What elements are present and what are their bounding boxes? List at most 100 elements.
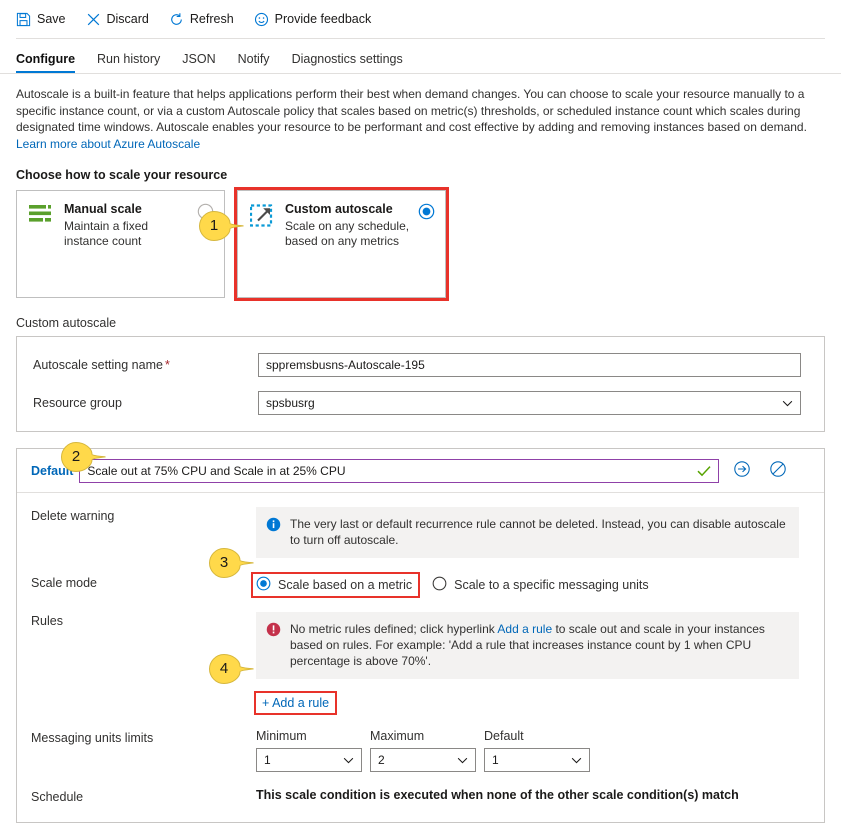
disable-condition-button[interactable] xyxy=(765,458,791,484)
tab-configure[interactable]: Configure xyxy=(16,52,76,73)
messaging-units-limits-control: Minimum 1 Maximum 2 Default 1 xyxy=(256,729,810,772)
scale-mode-control: Scale based on a metric Scale to a speci… xyxy=(250,572,810,598)
tab-bar: Configure Run history JSON Notify Diagno… xyxy=(0,43,841,73)
rules-row: Rules No metric rules defined; click hyp… xyxy=(31,612,810,715)
default-select-wrap: 1 xyxy=(484,748,590,772)
custom-autoscale-card[interactable]: Custom autoscale Scale on any schedule, … xyxy=(234,187,449,301)
info-icon xyxy=(266,516,282,548)
move-to-button[interactable] xyxy=(729,458,755,484)
manual-scale-radio[interactable] xyxy=(197,203,214,223)
schedule-control: This scale condition is executed when no… xyxy=(256,788,810,804)
scale-condition-header: Default xyxy=(17,449,824,493)
maximum-select[interactable]: 2 xyxy=(370,748,476,772)
scale-mode-radio-group: Scale based on a metric Scale to a speci… xyxy=(250,572,810,598)
tab-notify[interactable]: Notify xyxy=(238,52,270,73)
refresh-button[interactable]: Refresh xyxy=(169,12,234,27)
radio-unselected-icon xyxy=(432,576,447,594)
scale-mode-units-option[interactable]: Scale to a specific messaging units xyxy=(432,576,649,594)
page-content: Autoscale is a built-in feature that hel… xyxy=(0,86,841,823)
delete-warning-control: The very last or default recurrence rule… xyxy=(256,507,810,558)
minimum-limit: Minimum 1 xyxy=(256,729,362,772)
schedule-label: Schedule xyxy=(31,790,84,804)
tab-diagnostics-settings-label: Diagnostics settings xyxy=(291,52,403,66)
minimum-label: Minimum xyxy=(256,729,307,743)
delete-warning-message: The very last or default recurrence rule… xyxy=(256,507,799,558)
disabled-circle-icon xyxy=(769,460,787,481)
feedback-label: Provide feedback xyxy=(274,12,372,26)
custom-autoscale-icon xyxy=(249,202,276,287)
tab-diagnostics-settings[interactable]: Diagnostics settings xyxy=(292,52,403,73)
tab-run-history[interactable]: Run history xyxy=(97,52,160,73)
default-scale-condition: Default Scale out at 75% CPU and Scale i… xyxy=(16,448,825,823)
minimum-select[interactable]: 1 xyxy=(256,748,362,772)
error-icon xyxy=(266,621,282,669)
limits-group: Minimum 1 Maximum 2 Default 1 xyxy=(256,729,810,772)
resource-group-select[interactable]: spsbusrg xyxy=(258,391,801,415)
discard-icon xyxy=(86,12,101,27)
checkmark-icon xyxy=(697,465,718,477)
tab-notify-label: Notify xyxy=(237,52,270,66)
rules-error-text: No metric rules defined; click hyperlink… xyxy=(290,621,787,669)
autoscale-setting-name-row: Autoscale setting name * xyxy=(33,353,808,377)
delete-warning-label: Delete warning xyxy=(31,509,115,523)
resource-group-select-wrap: spsbusrg xyxy=(258,391,801,415)
custom-autoscale-title: Custom autoscale xyxy=(285,202,393,216)
radio-selected-icon xyxy=(256,576,271,594)
delete-warning-row: Delete warning The very last or default … xyxy=(31,507,810,558)
scale-condition-name-input[interactable] xyxy=(80,459,698,482)
messaging-units-limits-label: Messaging units limits xyxy=(31,731,154,745)
save-label: Save xyxy=(37,12,66,26)
scale-mode-row: Scale mode Scale based on a metric Scale… xyxy=(31,572,810,598)
learn-more-link[interactable]: Learn more about Azure Autoscale xyxy=(16,137,200,151)
autoscale-setting-name-label: Autoscale setting name * xyxy=(33,358,258,372)
scale-condition-name-box xyxy=(79,458,720,483)
choose-scale-heading: Choose how to scale your resource xyxy=(16,168,228,182)
custom-autoscale-panel-label: Custom autoscale xyxy=(16,316,117,330)
rules-error-message: No metric rules defined; click hyperlink… xyxy=(256,612,799,679)
refresh-label: Refresh xyxy=(189,12,234,26)
default-select[interactable]: 1 xyxy=(484,748,590,772)
default-label: Default xyxy=(484,729,524,743)
provide-feedback-button[interactable]: Provide feedback xyxy=(254,12,372,27)
manual-scale-icon xyxy=(29,202,55,287)
resource-group-row: Resource group spsbusrg xyxy=(33,391,808,415)
manual-scale-card[interactable]: Manual scale Maintain a fixed instance c… xyxy=(16,190,225,298)
command-bar: Save Discard Refresh Provide feedback xyxy=(0,0,841,38)
scale-condition-body: Delete warning The very last or default … xyxy=(17,493,824,822)
tab-configure-label: Configure xyxy=(16,52,76,66)
discard-button[interactable]: Discard xyxy=(86,12,149,27)
scale-mode-units-label: Scale to a specific messaging units xyxy=(454,578,649,592)
messaging-units-limits-row: Messaging units limits Minimum 1 Maximum… xyxy=(31,729,810,772)
tab-json[interactable]: JSON xyxy=(182,52,215,73)
maximum-limit: Maximum 2 xyxy=(370,729,476,772)
add-a-rule-inline-link[interactable]: Add a rule xyxy=(497,622,552,636)
add-a-rule-button[interactable]: + Add a rule xyxy=(253,691,338,715)
scale-option-cards: Manual scale Maintain a fixed instance c… xyxy=(16,187,825,301)
tab-bar-divider xyxy=(0,73,841,74)
delete-warning-text: The very last or default recurrence rule… xyxy=(290,517,786,547)
rules-control: No metric rules defined; click hyperlink… xyxy=(253,612,810,715)
scale-mode-metric-option[interactable]: Scale based on a metric xyxy=(250,572,421,598)
scale-mode-label: Scale mode xyxy=(31,576,98,590)
autoscale-setting-name-label-text: Autoscale setting name xyxy=(33,358,163,372)
save-button[interactable]: Save xyxy=(16,12,66,27)
maximum-label: Maximum xyxy=(370,729,425,743)
autoscale-setting-name-input[interactable] xyxy=(258,353,801,377)
intro-paragraph: Autoscale is a built-in feature that hel… xyxy=(16,86,816,152)
custom-autoscale-panel: Autoscale setting name* Resource group s… xyxy=(16,336,825,432)
discard-label: Discard xyxy=(106,12,149,26)
scale-mode-metric-label: Scale based on a metric xyxy=(278,578,413,592)
feedback-icon xyxy=(254,12,269,27)
required-asterisk: * xyxy=(164,358,170,372)
custom-autoscale-subtitle: Scale on any schedule, based on any metr… xyxy=(285,219,410,248)
tab-run-history-label: Run history xyxy=(97,52,161,66)
maximum-select-wrap: 2 xyxy=(370,748,476,772)
intro-text: Autoscale is a built-in feature that hel… xyxy=(16,87,807,134)
custom-autoscale-radio[interactable] xyxy=(418,203,435,223)
rules-error-pre: No metric rules defined; click hyperlink xyxy=(290,622,498,636)
schedule-row: Schedule This scale condition is execute… xyxy=(31,788,810,804)
rules-label: Rules xyxy=(31,614,63,628)
minimum-select-wrap: 1 xyxy=(256,748,362,772)
command-bar-divider xyxy=(16,38,825,39)
save-icon xyxy=(16,12,31,27)
